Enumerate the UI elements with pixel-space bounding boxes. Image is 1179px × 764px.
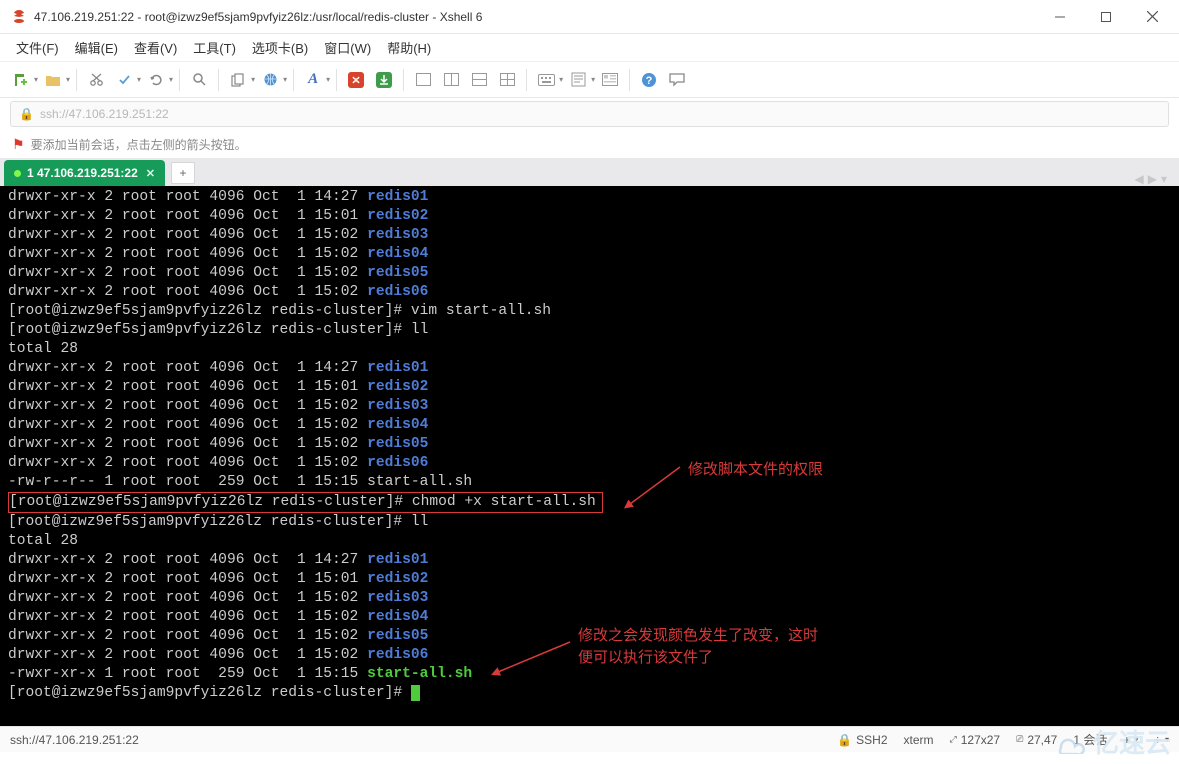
lock-icon: 🔒	[19, 107, 34, 121]
flag-icon: ⚑	[12, 136, 25, 153]
menu-help[interactable]: 帮助(H)	[387, 38, 431, 57]
dropdown-icon[interactable]: ▾	[283, 75, 287, 84]
dropdown-icon[interactable]: ▾	[591, 75, 595, 84]
dropdown-icon[interactable]: ▾	[137, 75, 141, 84]
layout3-button[interactable]	[466, 67, 492, 93]
lock-icon: 🔒	[837, 733, 852, 747]
dropdown-icon[interactable]: ▾	[66, 75, 70, 84]
refresh-button[interactable]	[143, 67, 169, 93]
new-session-button[interactable]	[8, 67, 34, 93]
titlebar: 47.106.219.251:22 - root@izwz9ef5sjam9pv…	[0, 0, 1179, 34]
tab-session-1[interactable]: 1 47.106.219.251:22 ✕	[4, 160, 165, 186]
tab-status-icon	[14, 170, 21, 177]
open-button[interactable]	[40, 67, 66, 93]
maximize-button[interactable]	[1083, 0, 1129, 34]
connect-button[interactable]	[111, 67, 137, 93]
status-size: ⤢127x27	[950, 733, 1001, 747]
svg-text:?: ?	[646, 75, 653, 87]
chat-button[interactable]	[664, 67, 690, 93]
tab-label: 1 47.106.219.251:22	[27, 166, 138, 180]
dropdown-icon[interactable]: ▾	[251, 75, 255, 84]
menu-tools[interactable]: 工具(T)	[193, 38, 236, 57]
address-text: ssh://47.106.219.251:22	[40, 107, 169, 121]
status-left: ssh://47.106.219.251:22	[10, 733, 139, 747]
menu-edit[interactable]: 编辑(E)	[75, 38, 118, 57]
add-tab-button[interactable]: +	[171, 162, 195, 184]
statusbar: ssh://47.106.219.251:22 🔒SSH2 xterm ⤢127…	[0, 726, 1179, 752]
addressbar: 🔒 ssh://47.106.219.251:22	[0, 98, 1179, 130]
script-button[interactable]	[565, 67, 591, 93]
status-term: xterm	[904, 733, 934, 747]
menu-file[interactable]: 文件(F)	[16, 38, 59, 57]
search-button[interactable]	[186, 67, 212, 93]
tab-close-icon[interactable]: ✕	[146, 167, 155, 180]
xftp-button[interactable]	[371, 67, 397, 93]
view-button[interactable]	[597, 67, 623, 93]
window-title: 47.106.219.251:22 - root@izwz9ef5sjam9pv…	[34, 10, 1037, 24]
dropdown-icon[interactable]: ▾	[326, 75, 330, 84]
hint-bar: ⚑ 要添加当前会话，点击左侧的箭头按钮。	[0, 130, 1179, 158]
window-controls	[1037, 0, 1175, 34]
status-ssh: 🔒SSH2	[837, 733, 887, 747]
dropdown-icon[interactable]: ▾	[34, 75, 38, 84]
toolbar: ▾ ▾ ▾ ▾ ▾ ▾ A ▾ ▾ ▾ ?	[0, 62, 1179, 98]
menu-tabs[interactable]: 选项卡(B)	[252, 38, 308, 57]
hint-text: 要添加当前会话，点击左侧的箭头按钮。	[31, 136, 247, 153]
menubar: 文件(F) 编辑(E) 查看(V) 工具(T) 选项卡(B) 窗口(W) 帮助(…	[0, 34, 1179, 62]
globe-button[interactable]	[257, 67, 283, 93]
app-icon	[10, 8, 28, 26]
tab-bar: 1 47.106.219.251:22 ✕ + ◀ ▶ ▾	[0, 158, 1179, 186]
close-button[interactable]	[1129, 0, 1175, 34]
layout2-button[interactable]	[438, 67, 464, 93]
cut-button[interactable]	[83, 67, 109, 93]
layout1-button[interactable]	[410, 67, 436, 93]
keyboard-button[interactable]	[533, 67, 559, 93]
minimize-button[interactable]	[1037, 0, 1083, 34]
menu-window[interactable]: 窗口(W)	[324, 38, 371, 57]
tab-next-icon[interactable]: ▶	[1148, 172, 1157, 186]
menu-view[interactable]: 查看(V)	[134, 38, 177, 57]
layout4-button[interactable]	[494, 67, 520, 93]
dropdown-icon[interactable]: ▾	[169, 75, 173, 84]
terminal-container: drwxr-xr-x 2 root root 4096 Oct 1 14:27 …	[0, 186, 1179, 726]
font-button[interactable]: A	[300, 67, 326, 93]
address-input[interactable]: 🔒 ssh://47.106.219.251:22	[10, 101, 1169, 127]
xagent-button[interactable]	[343, 67, 369, 93]
tab-menu-icon[interactable]: ▾	[1161, 172, 1167, 186]
tab-nav: ◀ ▶ ▾	[1127, 172, 1176, 186]
watermark: 亿速云	[1051, 723, 1171, 760]
terminal[interactable]: drwxr-xr-x 2 root root 4096 Oct 1 14:27 …	[0, 186, 1179, 726]
dropdown-icon[interactable]: ▾	[559, 75, 563, 84]
copy-button[interactable]	[225, 67, 251, 93]
tab-prev-icon[interactable]: ◀	[1135, 172, 1144, 186]
help-button[interactable]: ?	[636, 67, 662, 93]
